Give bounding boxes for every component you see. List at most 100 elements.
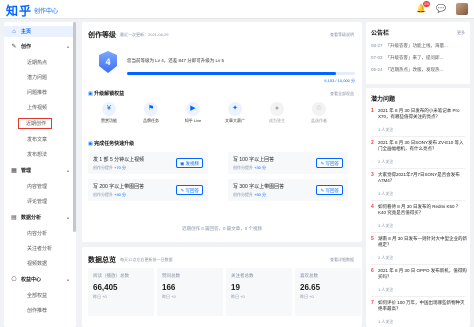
perk-label: 成为答主 (269, 118, 285, 123)
sidebar-item-label: 发布想法 (27, 152, 48, 158)
sidebar-item-label: 全部权益 (27, 293, 48, 299)
sidebar-scrollbar[interactable] (73, 22, 76, 232)
perk-item-locked[interactable]: ● 成为答主 (266, 102, 288, 124)
task-reward-value: +70 分 (114, 165, 127, 170)
chevron-up-icon: ▲ (66, 215, 70, 220)
sidebar-item-recommended-questions[interactable]: 问题推荐 (4, 87, 76, 98)
overview-subtitle: 每天12点左右更新前一日数据 (120, 257, 173, 262)
stat-upvotes: 赞同总数 166 昨日 +0 (157, 268, 223, 316)
sidebar-section-benefits[interactable]: ⎔ 权益中心 ▲ (4, 274, 76, 285)
question-followers: 1 人关注 (378, 287, 394, 292)
perks-link[interactable]: 查看全部权益 (330, 91, 354, 97)
level-progress (127, 72, 355, 75)
button-label: 写回答 (325, 188, 340, 193)
stat-label: 关注者总数 (231, 273, 254, 278)
zhihu-logo[interactable]: 知乎 (6, 2, 32, 19)
question-text: 如何看待 8 月 30 日发布的 Redmi K50 ？ K40 究竟是否值得买… (378, 204, 461, 215)
sidebar-item-recent-creations[interactable]: 近期创作 (18, 118, 52, 129)
sidebar-item-video-data[interactable]: 视频数据 (4, 258, 76, 269)
write-answer-button[interactable]: ✎ 写回答 (176, 185, 203, 195)
question-item[interactable]: 4 如何看待 8 月 30 日发布的 Redmi K50 ？ K40 究竟是否值… (371, 204, 467, 230)
sidebar-item-content-manage[interactable]: 内容管理 (4, 181, 76, 192)
task-reward: 创作分提升 +40 分 (93, 192, 126, 198)
sidebar-item-label: 管理 (21, 168, 32, 174)
question-rank: 7 (371, 300, 374, 306)
pencil-icon: ✎ (320, 161, 325, 166)
video-icon: ▣ (179, 161, 185, 166)
question-item[interactable]: 1 2021 年 8 月 30 日发布的小米笔记本 Pro X70，有哪些值得关… (371, 108, 467, 134)
level-desc: 您当前等级为 Lv 4，还差 847 分即可升级为 Lv 5 (127, 58, 225, 63)
notice-more-link[interactable]: 更多 (457, 30, 465, 36)
level-updated: 最近一次更新：2021-08-29 (120, 32, 169, 37)
avatar[interactable] (456, 3, 468, 15)
perk-item[interactable]: ⚑ 品牌任务 (140, 102, 162, 124)
overview-detail-link[interactable]: 查看详细数据 (330, 257, 354, 263)
message-icon[interactable]: 💬 (436, 4, 446, 14)
sidebar-item-home[interactable]: ⌂ 主页 (4, 26, 76, 37)
sidebar-item-potential-questions[interactable]: 潜力问题 (4, 72, 76, 83)
sidebar-section-manage[interactable]: ▦ 管理 ▲ (4, 165, 76, 176)
question-text: 2021 年 8 月 30 日SONY发布 ZV-E10 等入门全画幅相机，有什… (378, 140, 464, 151)
perk-item[interactable]: ¥ 赞赏功能 (98, 102, 120, 124)
sidebar-item-recent-hot[interactable]: 近期热点 (4, 57, 76, 68)
sidebar-item-publish-idea[interactable]: 发布想法 (4, 149, 76, 160)
task-reward-value: +50 分 (254, 192, 267, 197)
level-badge: 4 (99, 51, 117, 73)
write-answer-button[interactable]: ✎ 写回答 (316, 185, 343, 195)
level-help-link[interactable]: 查看等级说明 (330, 32, 354, 38)
perks-title: ▣ 升级解锁权益 (88, 90, 124, 97)
write-answer-button[interactable]: ✎ 写回答 (316, 158, 343, 168)
tasks-title-text: 完成任务快速升级 (94, 141, 135, 147)
sidebar-section-analytics[interactable]: ▤ 数据分析 ▲ (4, 212, 76, 223)
sidebar-item-label: 创作推荐 (27, 308, 48, 314)
sidebar-item-content-analysis[interactable]: 内容分析 (4, 228, 76, 239)
sidebar-item-upload-video[interactable]: 上传视频 (4, 102, 76, 113)
stat-label: 赞同总数 (162, 273, 180, 278)
sidebar-item-all-benefits[interactable]: 全部权益 (4, 290, 76, 301)
notice-item[interactable]: 05-24 「近期热点」改版，发现热... (371, 67, 443, 73)
pencil-icon: ✎ (11, 44, 17, 50)
perk-item[interactable]: ✦ 文章大赛广 (224, 102, 246, 124)
flag-icon: ⚑ (144, 102, 158, 116)
sidebar-section-create[interactable]: ✎ 创作 ▲ (4, 41, 76, 52)
task-reward-prefix: 创作分提升 (233, 165, 253, 170)
task-card: 写 100 字以上回答 创作分提升 +30 分 ✎ 写回答 (228, 152, 348, 174)
post-video-button[interactable]: ▣ 发视频 (175, 158, 203, 168)
sidebar-item-label: 内容分析 (27, 231, 48, 237)
stat-delta: 昨日 +0 (93, 294, 107, 299)
task-reward: 创作分提升 +30 分 (233, 165, 266, 171)
overview-title: 数据总览 (88, 257, 116, 264)
creator-level-card: 创作等级 最近一次更新：2021-08-29 查看等级说明 4 您当前等级为 L… (82, 22, 362, 242)
notice-date: 08-27 (371, 43, 383, 48)
question-item[interactable]: 5 湖南 8 月 30 日发布一则针对大中型企业的新规定？ 2 人关注 (371, 236, 467, 262)
creator-center-label[interactable]: 创作中心 (34, 6, 58, 15)
task-title: 发 1 部 5 分钟以上视频 (93, 157, 145, 163)
notice-item[interactable]: 07-03 「升级答客」来了，提问即... (371, 55, 443, 61)
question-text: 如何评价 100 万年，中国出现哪些新物种灭绝率最高？ (378, 300, 465, 311)
potential-questions-card: 潜力问题 1 2021 年 8 月 30 日发布的小米笔记本 Pro X70，有… (366, 88, 470, 327)
sidebar-item-comment-manage[interactable]: 评论管理 (4, 196, 76, 207)
unlock-icon: ▣ (88, 91, 93, 97)
notice-item[interactable]: 08-27 「升级答客」功能上线，海量... (371, 43, 448, 49)
pencil-icon: ✎ (180, 188, 185, 193)
chevron-up-icon: ▲ (66, 168, 70, 173)
question-item[interactable]: 3 大家觉得2021年7月7日SONY是否会发布A7M4？ 3 人关注 (371, 172, 467, 198)
sidebar-item-label: 近期热点 (27, 60, 48, 66)
question-followers: 2 人关注 (378, 255, 394, 260)
chevron-up-icon: ▲ (66, 277, 70, 282)
question-item[interactable]: 6 2021 年 8 月 30 日 OPPO 发布新机，值得购买吗？ 1 人关注 (371, 268, 467, 294)
sidebar-item-publish-article[interactable]: 发布文章 (4, 134, 76, 145)
sidebar-item-follower-analysis[interactable]: 关注者分析 (4, 243, 76, 254)
perk-item-locked[interactable]: ☆ 盐选作者 (308, 102, 330, 124)
sidebar-item-label: 评论管理 (27, 199, 48, 205)
question-item[interactable]: 2 2021 年 8 月 30 日SONY发布 ZV-E10 等入门全画幅相机，… (371, 140, 467, 166)
stat-likes: 喜欢总数 26.65 昨日 +0 (295, 268, 361, 316)
stat-value: 166 (162, 283, 176, 292)
sidebar-item-creation-recommend[interactable]: 创作推荐 (4, 305, 76, 316)
perk-item[interactable]: ▶ 知乎 Live (182, 102, 204, 124)
stat-delta: 昨日 +0 (300, 294, 314, 299)
notice-card: 公告栏 更多 08-27 「升级答客」功能上线，海量... 07-03 「升级答客」… (366, 22, 470, 84)
perk-label: 文章大赛广 (225, 118, 245, 123)
button-label: 写回答 (185, 188, 200, 193)
question-item[interactable]: 7 如何评价 100 万年，中国出现哪些新物种灭绝率最高？ 1 人关注 (371, 300, 467, 326)
